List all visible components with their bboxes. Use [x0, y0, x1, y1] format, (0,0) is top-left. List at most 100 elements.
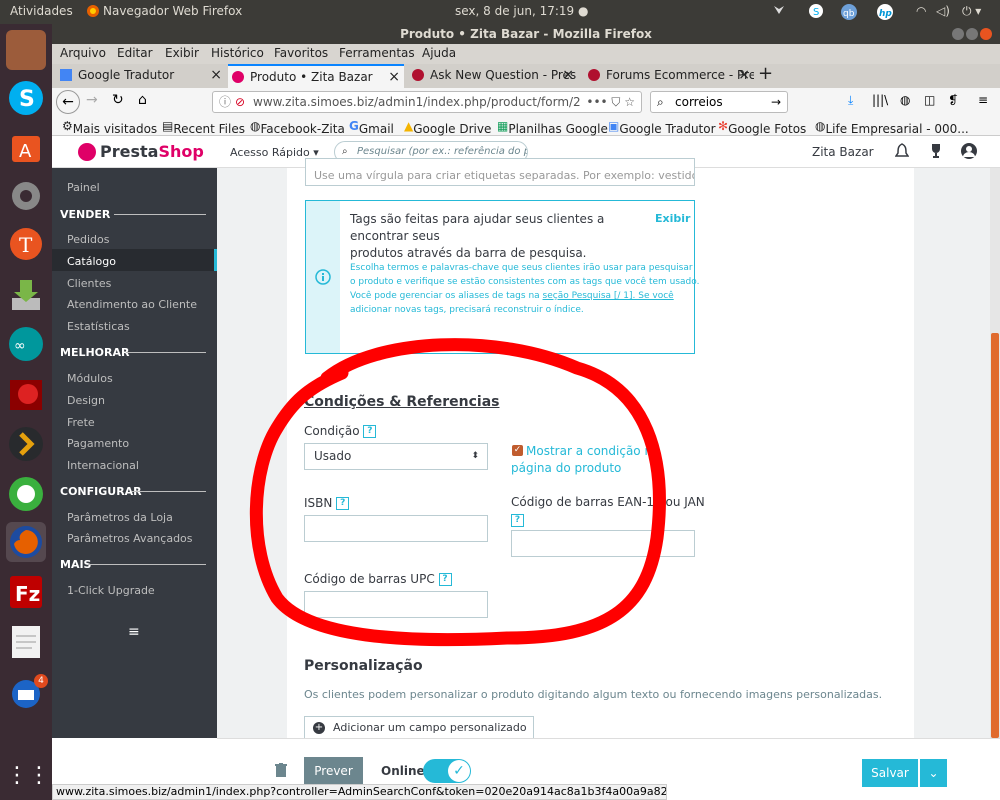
show-more-link[interactable]: Exibir [655, 212, 690, 225]
sidebar-item-modulos[interactable]: Módulos [67, 372, 113, 385]
volume-icon[interactable]: ◁) [936, 4, 950, 18]
new-tab-button[interactable]: + [758, 64, 778, 88]
activities-button[interactable]: Atividades [10, 4, 73, 18]
page-actions-icon[interactable]: ••• ⛉ ☆ [582, 92, 635, 112]
menu-arquivo[interactable]: Arquivo [60, 46, 106, 60]
scrollbar-thumb[interactable] [991, 333, 999, 738]
telegram-icon[interactable] [772, 3, 786, 20]
close-tab-icon[interactable]: × [388, 66, 400, 88]
collapse-menu-icon[interactable]: ≡ [128, 624, 140, 640]
hamburger-menu-icon[interactable]: ≡ [978, 93, 988, 107]
plex-icon[interactable] [6, 424, 46, 464]
save-button[interactable]: Salvar [862, 759, 918, 787]
sidebar-toggle-icon[interactable]: ◫ [924, 93, 935, 107]
downloads-icon[interactable]: ⤓ [848, 93, 853, 108]
skype-tray-icon[interactable]: S [808, 3, 824, 22]
bookmark-label: Google Drive [413, 122, 492, 136]
tab-ask-question[interactable]: Ask New Question - Pres × [408, 64, 578, 88]
bookmark-life-empresarial[interactable]: ◍ Life Empresarial - 000... [815, 119, 969, 136]
delete-trash-icon[interactable] [275, 763, 287, 780]
preview-button[interactable]: Prever [304, 757, 363, 785]
software-center-icon[interactable]: A [6, 128, 46, 168]
filezilla-icon[interactable]: Fz [6, 572, 46, 612]
tags-placeholder: Use uma vírgula para criar etiquetas sep… [314, 169, 694, 182]
settings-icon[interactable] [6, 176, 46, 216]
reload-button[interactable]: ↻ [112, 92, 124, 108]
bookmark-google-fotos[interactable]: ✻ Google Fotos [718, 119, 806, 136]
tab-produto[interactable]: Produto • Zita Bazar × [228, 64, 404, 88]
sidebar-item-internacional[interactable]: Internacional [67, 459, 139, 472]
typecatcher-icon[interactable]: T [6, 224, 46, 264]
sidebar-item-catalogo[interactable]: Catálogo [67, 255, 116, 268]
close-tab-icon[interactable]: × [562, 64, 574, 86]
android-icon[interactable] [6, 474, 46, 514]
media-player-icon[interactable] [6, 374, 46, 414]
notifications-bell-icon[interactable] [894, 143, 910, 162]
back-button[interactable]: ← [56, 90, 80, 114]
save-dropdown-toggle[interactable]: ⌄ [920, 759, 947, 787]
bookmark-recent-files[interactable]: ▤ Recent Files [162, 119, 245, 136]
trophy-icon[interactable] [929, 143, 943, 162]
prestashop-logo[interactable]: PrestaShop [100, 142, 204, 161]
info-icon[interactable]: ⓘ [219, 92, 231, 112]
account-icon[interactable] [960, 142, 978, 163]
sidebar-item-atendimento[interactable]: Atendimento ao Cliente [67, 298, 197, 311]
url-bar[interactable]: ⓘ ⊘ www.zita.simoes.biz/admin1/index.php… [212, 91, 642, 113]
sidebar-item-design[interactable]: Design [67, 394, 105, 407]
tags-input[interactable]: Use uma vírgula para criar etiquetas sep… [305, 158, 695, 186]
sidebar-item-frete[interactable]: Frete [67, 416, 95, 429]
bookmark-gmail[interactable]: G Gmail [349, 119, 394, 136]
close-tab-icon[interactable]: × [738, 64, 750, 86]
skype-icon[interactable]: S [6, 78, 46, 118]
online-toggle[interactable]: ✓ [423, 759, 471, 783]
library-icon[interactable]: |||\ [872, 93, 888, 107]
menu-editar[interactable]: Editar [117, 46, 153, 60]
menu-favoritos[interactable]: Favoritos [274, 46, 328, 60]
home-button[interactable]: ⌂ [138, 92, 147, 108]
qbittorrent-icon[interactable]: qb [840, 3, 858, 24]
tab-google-tradutor[interactable]: Google Tradutor × [56, 64, 226, 88]
sidebar-item-painel[interactable]: Painel [67, 181, 100, 194]
bookmark-planilhas[interactable]: ▦ Planilhas Google [497, 119, 608, 136]
search-box[interactable]: ⌕ correios → [650, 91, 788, 113]
extension2-icon[interactable]: ❡ [948, 93, 958, 107]
menu-ferramentas[interactable]: Ferramentas [339, 46, 415, 60]
firefox-launcher-icon[interactable] [6, 522, 46, 562]
menu-ajuda[interactable]: Ajuda [422, 46, 456, 60]
app-menu[interactable]: Navegador Web Firefox [103, 4, 242, 18]
arduino-icon[interactable]: ∞ [6, 324, 46, 364]
page-scrollbar[interactable] [990, 168, 1000, 738]
shop-name-link[interactable]: Zita Bazar [812, 145, 874, 159]
app-grid-icon[interactable]: ⋮⋮⋮ [6, 756, 72, 796]
thunderbird-icon[interactable]: 4 [6, 672, 48, 712]
forward-button[interactable]: → [86, 92, 98, 108]
bookmark-mais-visitados[interactable]: ⚙ Mais visitados [62, 119, 157, 136]
download-icon[interactable] [6, 274, 46, 314]
sidebar-section-vender: VENDER [60, 208, 111, 221]
sidebar-item-1-click-upgrade[interactable]: 1-Click Upgrade [67, 584, 155, 597]
sidebar-item-parametros-avancados[interactable]: Parâmetros Avançados [67, 532, 193, 545]
bookmark-facebook[interactable]: ◍ Facebook-Zita [250, 119, 345, 136]
sidebar-item-estatisticas[interactable]: Estatísticas [67, 320, 130, 333]
sidebar-item-clientes[interactable]: Clientes [67, 277, 111, 290]
clock[interactable]: sex, 8 de jun, 17:19 ● [455, 4, 588, 18]
menu-exibir[interactable]: Exibir [165, 46, 199, 60]
sidebar-item-parametros-loja[interactable]: Parâmetros da Loja [67, 511, 173, 524]
wifi-icon[interactable]: ◠ [916, 4, 926, 18]
add-custom-field-button[interactable]: + Adicionar um campo personalizado [304, 716, 534, 740]
sidebar-item-pagamento[interactable]: Pagamento [67, 437, 129, 450]
files-icon[interactable] [6, 30, 46, 70]
hp-icon[interactable]: hp [876, 3, 894, 24]
search-go-icon[interactable]: → [771, 92, 781, 112]
bookmark-google-drive[interactable]: ▲ Google Drive [404, 119, 491, 136]
search-section-link[interactable]: seção Pesquisa [/ 1]. Se você [543, 291, 674, 301]
text-editor-icon[interactable] [6, 622, 46, 662]
power-icon[interactable]: ⏻ ▾ [962, 4, 981, 19]
bookmark-google-tradutor[interactable]: ▣ Google Tradutor [608, 119, 716, 136]
sidebar-item-pedidos[interactable]: Pedidos [67, 233, 110, 246]
tab-forums[interactable]: Forums Ecommerce - Pre × [584, 64, 754, 88]
insecure-lock-icon[interactable]: ⊘ [235, 92, 245, 112]
extension-icon[interactable]: ◍ [900, 93, 910, 107]
menu-historico[interactable]: Histórico [211, 46, 264, 60]
close-tab-icon[interactable]: × [210, 64, 222, 86]
